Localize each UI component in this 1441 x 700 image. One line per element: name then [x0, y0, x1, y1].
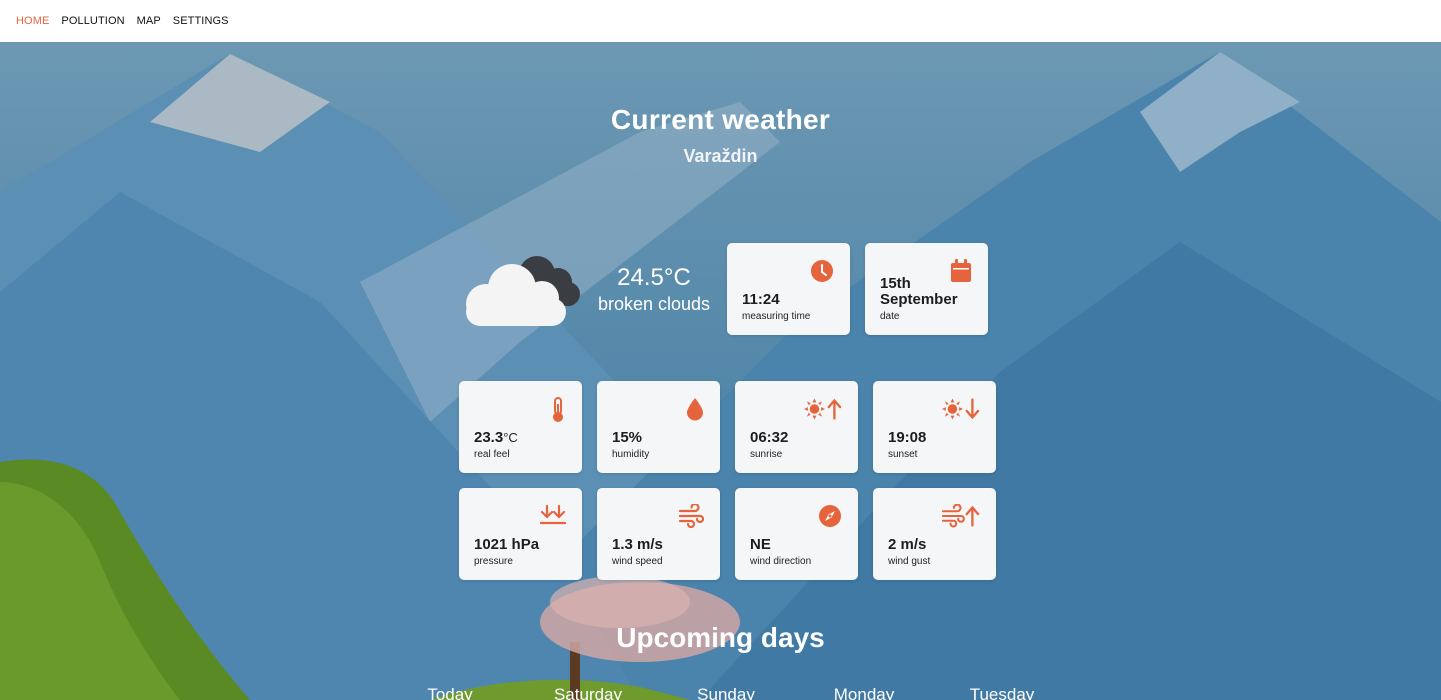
sunset-icon [942, 397, 980, 427]
sunrise-icon [804, 397, 842, 427]
water-drop-icon [666, 397, 704, 427]
top-navbar: HOME POLLUTION MAP SETTINGS [0, 0, 1441, 42]
measuring-time-card: 11:24 measuring time [727, 243, 850, 335]
wind-speed-label: wind speed [612, 556, 663, 567]
wind-gust-card: 2 m/s wind gust [873, 488, 996, 580]
real-feel-card: 23.3°C real feel [459, 381, 582, 473]
measuring-time-value: 11:24 [742, 291, 780, 308]
real-feel-number: 23.3 [474, 429, 504, 446]
clock-icon [796, 259, 834, 289]
page-title: Current weather [610, 104, 831, 135]
wind-direction-card: NE wind direction [735, 488, 858, 580]
wind-gust-icon [942, 504, 980, 534]
wind-direction-value: NE [750, 536, 771, 553]
nav-settings-link[interactable]: SETTINGS [173, 15, 229, 27]
day-tab-today[interactable]: Today [390, 685, 510, 700]
sunrise-label: sunrise [750, 449, 783, 460]
nav-home-link[interactable]: HOME [16, 15, 49, 27]
upcoming-days-title: Upcoming days [616, 622, 825, 653]
sunset-label: sunset [888, 449, 918, 460]
pressure-value: 1021 hPa [474, 536, 540, 553]
wind-gust-label: wind gust [888, 556, 931, 567]
wind-direction-label: wind direction [750, 556, 812, 567]
current-temperature: 24.5°C [617, 264, 691, 291]
date-label: date [880, 311, 900, 322]
compass-icon [804, 504, 842, 534]
sunrise-card: 06:32 sunrise [735, 381, 858, 473]
date-card: 15th September date [865, 243, 988, 335]
day-tab-tuesday[interactable]: Tuesday [942, 685, 1062, 700]
city-name: Varaždin [683, 146, 758, 166]
nav-map-link[interactable]: MAP [137, 15, 161, 27]
humidity-value: 15% [612, 429, 643, 446]
humidity-card: 15% humidity [597, 381, 720, 473]
wind-speed-value: 1.3 m/s [612, 536, 663, 553]
real-feel-label: real feel [474, 449, 510, 460]
measuring-time-label: measuring time [742, 311, 811, 322]
date-value: 15th September [880, 275, 958, 308]
real-feel-unit: °C [503, 430, 518, 445]
day-tab-monday[interactable]: Monday [804, 685, 924, 700]
humidity-label: humidity [612, 449, 650, 460]
pressure-label: pressure [474, 556, 513, 567]
nav-pollution-link[interactable]: POLLUTION [61, 15, 124, 27]
weather-description: broken clouds [597, 294, 711, 314]
wind-speed-card: 1.3 m/s wind speed [597, 488, 720, 580]
thermometer-icon [528, 397, 566, 427]
sunset-value: 19:08 [888, 429, 927, 446]
wind-gust-value: 2 m/s [888, 536, 927, 553]
main-content: Current weather Varaždin 24.5°C broken c… [0, 42, 1441, 700]
pressure-card: 1021 hPa pressure [459, 488, 582, 580]
wind-icon [666, 504, 704, 534]
pressure-icon [528, 504, 566, 534]
day-tab-saturday[interactable]: Saturday [528, 685, 648, 700]
sunset-card: 19:08 sunset [873, 381, 996, 473]
real-feel-value: 23.3°C [474, 430, 518, 446]
broken-clouds-icon [462, 248, 586, 333]
sunrise-value: 06:32 [750, 429, 789, 446]
day-tab-sunday[interactable]: Sunday [666, 685, 786, 700]
